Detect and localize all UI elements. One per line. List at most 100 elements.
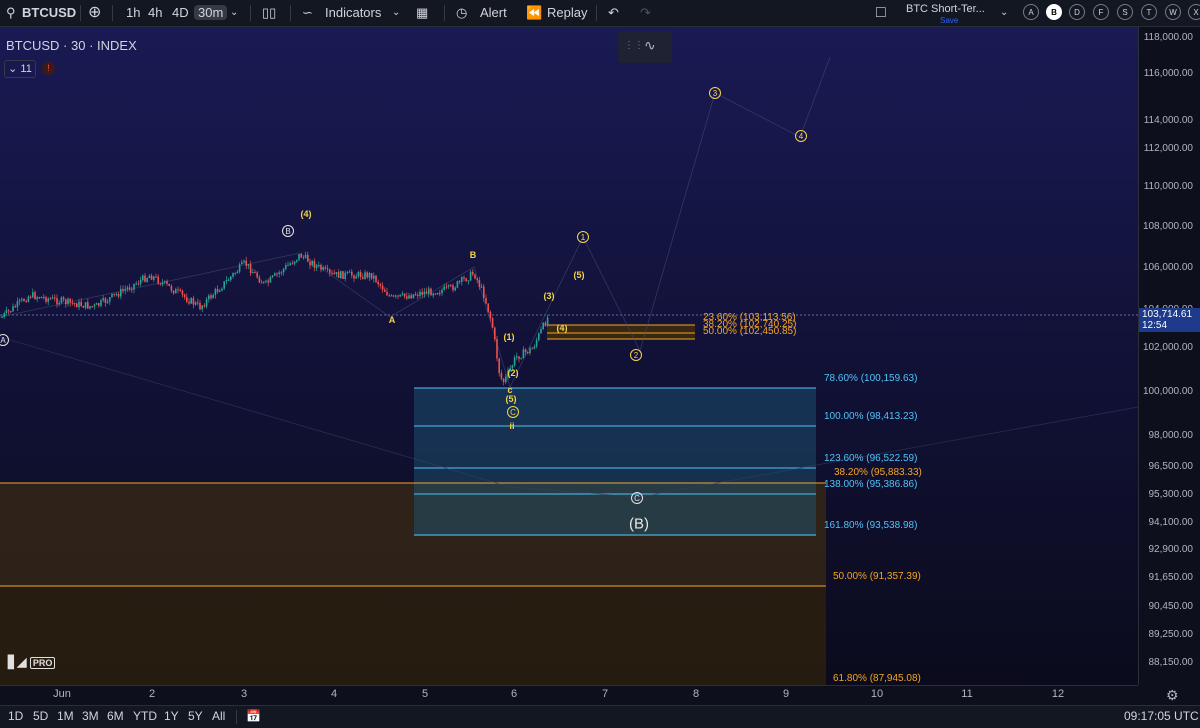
time-tick-label: 6 <box>510 688 518 700</box>
chart-settings-gear-icon[interactable]: ⚙ <box>1166 687 1179 704</box>
range-1d[interactable]: 1D <box>8 709 23 723</box>
candle-body <box>216 289 219 292</box>
candle-body <box>381 285 384 290</box>
candle-body <box>373 275 375 279</box>
candle-body <box>423 291 426 295</box>
symbol-button[interactable]: BTCUSD <box>22 0 76 26</box>
indicators-chevron-down-icon[interactable]: ⌄ <box>392 0 400 26</box>
timeframe-chevron-down-icon[interactable]: ⌄ <box>230 0 238 26</box>
layout-chevron-down-icon[interactable]: ⌄ <box>1000 0 1008 26</box>
layout-slot-s[interactable]: S <box>1117 4 1133 20</box>
candle-body <box>403 293 406 297</box>
utc-clock[interactable]: 09:17:05 UTC <box>1124 709 1199 723</box>
candle-body <box>47 298 49 302</box>
range-5y[interactable]: 5Y <box>188 709 203 723</box>
layout-slot-x[interactable]: X <box>1188 4 1200 20</box>
candle-body <box>498 358 500 374</box>
candle-body <box>322 267 324 270</box>
candle-body <box>300 254 302 258</box>
divider <box>112 5 113 21</box>
candle-body <box>269 277 272 283</box>
candle-body <box>18 300 21 302</box>
timeframe-4d[interactable]: 4D <box>172 0 189 26</box>
replay-button[interactable]: Replay <box>547 0 587 26</box>
replay-icon[interactable]: ⏪ <box>526 0 542 26</box>
layout-slot-t[interactable]: T <box>1141 4 1157 20</box>
redo-icon[interactable]: ↷ <box>640 0 651 26</box>
candle-body <box>71 302 74 304</box>
fib-label-123-6: 123.60% (96,522.59) <box>824 453 918 464</box>
indicators-icon[interactable]: ∽ <box>302 0 313 26</box>
indicators-collapse-button[interactable]: ⌄ 11 <box>4 60 36 78</box>
timeframe-1h[interactable]: 1h <box>126 0 140 26</box>
candle-body <box>527 351 529 354</box>
layout-slot-w[interactable]: W <box>1165 4 1181 20</box>
date-range-calendar-icon[interactable]: 📅 <box>246 709 261 723</box>
range-3m[interactable]: 3M <box>82 709 99 723</box>
candle-body <box>201 305 203 310</box>
candle-body <box>296 259 298 262</box>
alert-clock-icon[interactable]: ◷ <box>456 0 467 26</box>
candle-body <box>379 284 382 286</box>
candle-body <box>421 291 423 295</box>
candle-body <box>146 278 148 282</box>
candle-body <box>329 269 331 273</box>
candle-body <box>150 275 153 280</box>
range-5d[interactable]: 5D <box>33 709 48 723</box>
layout-slot-d[interactable]: D <box>1069 4 1085 20</box>
candle-body <box>93 304 96 307</box>
candle-body <box>375 275 377 282</box>
alert-button[interactable]: Alert <box>480 0 507 26</box>
layout-checkbox-icon[interactable]: □ <box>876 0 886 26</box>
indicators-button[interactable]: Indicators <box>325 0 381 26</box>
fib-orange-zone-lower <box>0 586 826 685</box>
price-axis[interactable]: 118,000.00 116,000.00 114,000.00 112,000.00… <box>1138 27 1200 685</box>
candle-body <box>331 272 333 274</box>
chart-pane[interactable]: BTCUSD · 30 · INDEX ⌄ 11 ! ⋮⋮ ∿ A B (4) … <box>0 27 1138 685</box>
range-6m[interactable]: 6M <box>107 709 124 723</box>
price-tick-label: 95,300.00 <box>1148 489 1194 500</box>
candle-body <box>7 310 10 312</box>
candle-body <box>337 272 340 278</box>
wave-projection-path <box>0 56 831 389</box>
range-all[interactable]: All <box>212 709 225 723</box>
range-1y[interactable]: 1Y <box>164 709 179 723</box>
candle-body <box>62 297 65 300</box>
candle-body <box>353 275 355 279</box>
candles-icon[interactable]: ▯▯ <box>262 0 276 26</box>
search-icon[interactable]: ⚲ <box>6 0 16 26</box>
timeframe-30m[interactable]: 30m <box>194 5 228 20</box>
candle-body <box>463 277 465 279</box>
time-axis[interactable]: Jun 2 3 4 5 6 7 8 9 10 11 12 <box>0 685 1138 706</box>
wave-label-c-target-circled: C <box>631 492 643 504</box>
candle-body <box>489 311 492 319</box>
undo-icon[interactable]: ↶ <box>608 0 619 26</box>
layout-slot-f[interactable]: F <box>1093 4 1109 20</box>
candle-body <box>410 295 412 299</box>
candle-body <box>386 291 388 296</box>
timeframe-4h[interactable]: 4h <box>148 0 162 26</box>
candle-body <box>51 297 54 299</box>
candle-body <box>408 295 410 299</box>
layouts-grid-icon[interactable]: ▦ <box>416 0 428 26</box>
fib-label-161-8: 161.80% (93,538.98) <box>824 520 918 531</box>
divider <box>80 5 81 21</box>
layout-slot-b[interactable]: B <box>1046 4 1062 20</box>
candle-body <box>260 282 263 284</box>
candle-body <box>472 271 474 275</box>
warning-icon[interactable]: ! <box>42 62 55 75</box>
drag-handle-icon[interactable]: ⋮⋮ <box>624 40 644 51</box>
abc-wave-tool-icon[interactable]: ∿ <box>644 37 656 54</box>
time-tick-label: 3 <box>240 688 248 700</box>
range-1m[interactable]: 1M <box>57 709 74 723</box>
candle-body <box>212 294 214 299</box>
candle-body <box>126 287 129 290</box>
layout-slot-a[interactable]: A <box>1023 4 1039 20</box>
candle-body <box>313 260 316 268</box>
candle-body <box>397 295 399 297</box>
candle-body <box>491 318 494 328</box>
candle-body <box>34 292 36 300</box>
range-ytd[interactable]: YTD <box>133 709 157 723</box>
add-symbol-icon[interactable]: ⊕ <box>88 0 101 26</box>
candle-body <box>452 285 454 291</box>
